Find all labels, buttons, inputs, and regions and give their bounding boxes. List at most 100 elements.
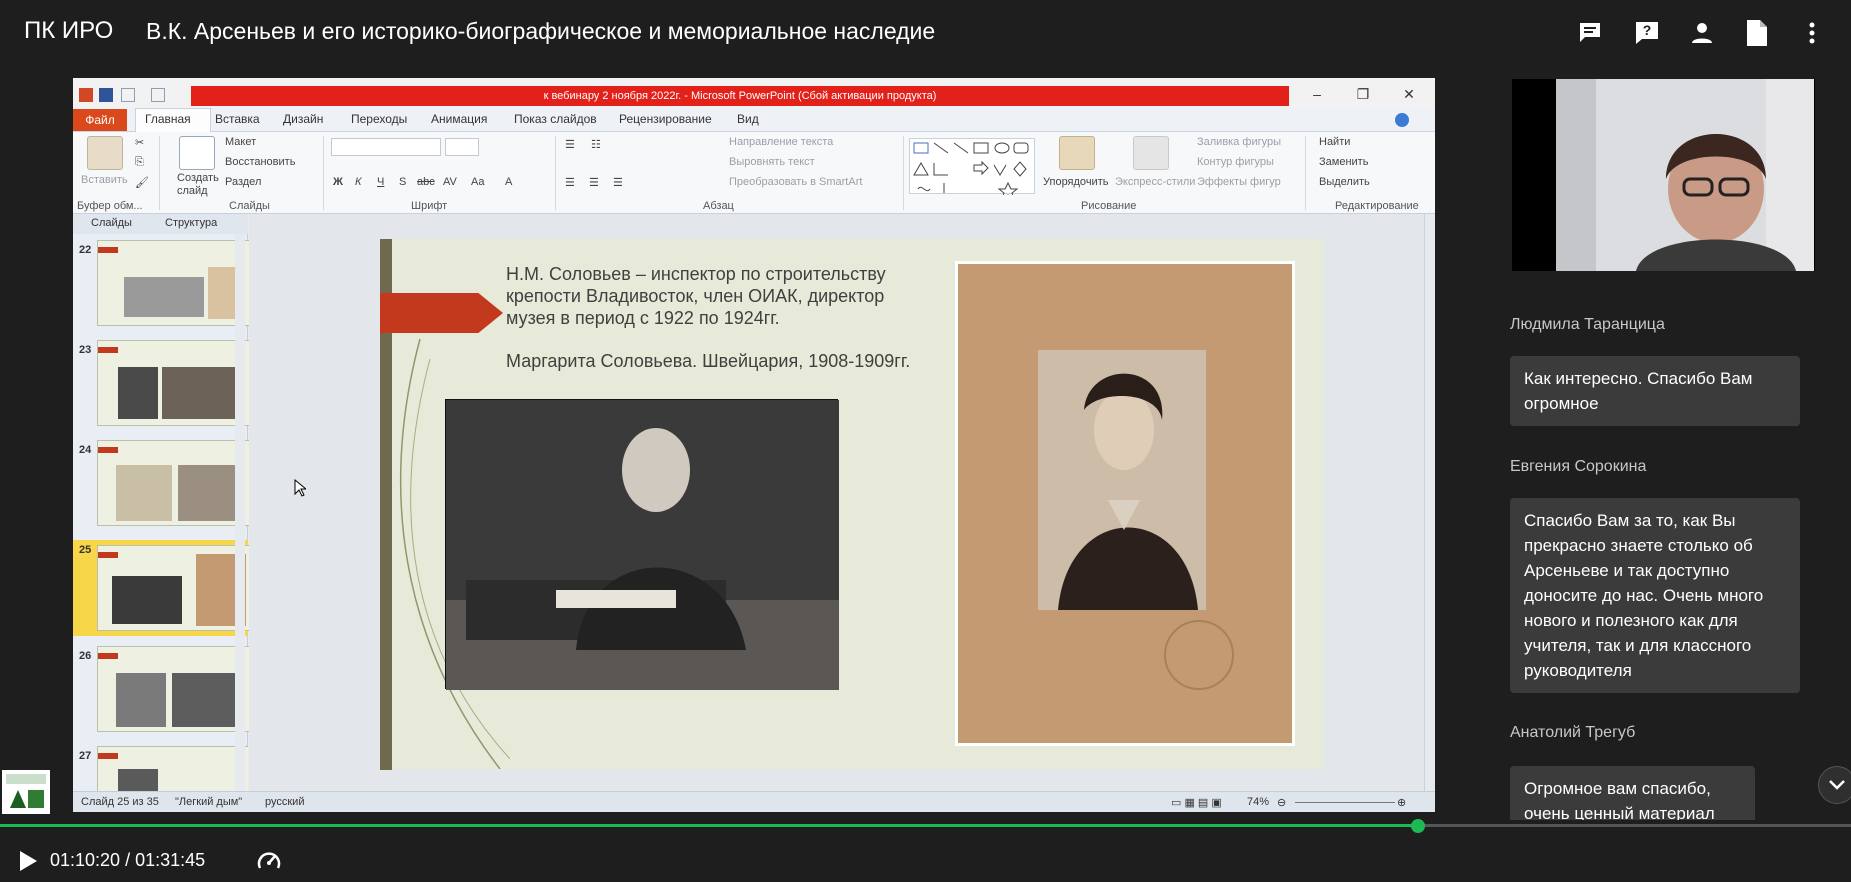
slide-accent-arrow	[380, 293, 503, 333]
copy-icon[interactable]: ⎘	[135, 156, 144, 169]
slide-thumbnail[interactable]: 22	[73, 240, 252, 330]
person-icon[interactable]	[1685, 16, 1719, 50]
arrange-button[interactable]: Упорядочить	[1043, 176, 1108, 188]
smartart-button[interactable]: Преобразовать в SmartArt	[729, 176, 862, 188]
mouse-cursor-icon	[294, 478, 308, 502]
zoom-level: 74%	[1247, 796, 1270, 808]
progress-bar[interactable]	[0, 819, 1851, 833]
bold-button[interactable]: Ж	[333, 176, 343, 188]
ribbon: Вставить ✂ ⎘ 🖌 Буфер обм... Создать слай…	[73, 132, 1435, 214]
tab-file[interactable]: Файл	[73, 109, 127, 131]
strikethrough-button[interactable]: abc	[417, 176, 435, 188]
bullets-icon[interactable]: ☰	[565, 138, 575, 151]
speedometer-icon	[257, 852, 281, 869]
clipboard-group-label: Буфер обм...	[77, 200, 143, 212]
tab-insert[interactable]: Вставка	[215, 112, 260, 126]
close-icon[interactable]: ✕	[1397, 84, 1421, 104]
shape-fill-button[interactable]: Заливка фигуры	[1197, 136, 1281, 148]
tab-review[interactable]: Рецензирование	[619, 112, 712, 126]
paste-button[interactable]: Вставить	[81, 174, 128, 186]
char-spacing-button[interactable]: AV	[443, 176, 457, 188]
redo-icon[interactable]	[151, 88, 165, 102]
brand-name: ПК ИРО	[24, 17, 114, 44]
quick-styles-icon[interactable]	[1133, 136, 1169, 170]
quick-styles-button[interactable]: Экспресс-стили	[1115, 176, 1195, 188]
slide-number: 25	[79, 544, 92, 556]
tab-slides[interactable]: Слайды	[91, 217, 132, 229]
font-color-button[interactable]: A	[505, 176, 512, 188]
zoom-slider[interactable]	[1295, 802, 1395, 803]
section-button[interactable]: Раздел	[225, 176, 261, 188]
align-left-icon[interactable]: ☰	[565, 176, 575, 189]
new-slide-icon[interactable]	[179, 136, 215, 170]
shadow-button[interactable]: S	[399, 176, 406, 188]
slide-thumbnail[interactable]: 23	[73, 340, 252, 430]
underline-button[interactable]: Ч	[377, 176, 384, 188]
new-slide-button[interactable]: Создать слайд	[177, 172, 223, 198]
cut-icon[interactable]: ✂	[135, 136, 144, 149]
slides-panel-scrollbar[interactable]	[235, 234, 245, 791]
text-direction-button[interactable]: Направление текста	[729, 136, 833, 148]
slide-thumbnail-selected[interactable]: 25	[73, 540, 252, 636]
view-buttons[interactable]: ▭ ▦ ▤ ▣	[1171, 796, 1222, 809]
svg-text:?: ?	[1643, 22, 1652, 38]
font-group-label: Шрифт	[411, 200, 448, 212]
font-size-select[interactable]	[445, 138, 479, 156]
reset-button[interactable]: Восстановить	[225, 156, 295, 168]
playback-speed-button[interactable]	[256, 848, 282, 874]
numbering-icon[interactable]: ☷	[591, 138, 601, 151]
arrange-icon[interactable]	[1059, 136, 1095, 170]
tab-slideshow[interactable]: Показ слайдов	[514, 112, 597, 126]
undo-icon[interactable]	[121, 88, 135, 102]
slide: Н.М. Соловьев – инспектор по строительст…	[380, 239, 1323, 770]
tab-outline[interactable]: Структура	[165, 217, 217, 229]
minimize-icon[interactable]: –	[1305, 84, 1329, 104]
slide-thumbnail[interactable]: 26	[73, 646, 252, 736]
italic-button[interactable]: К	[355, 176, 361, 188]
pk-iro-logo	[2, 770, 50, 814]
replace-button[interactable]: Заменить	[1319, 156, 1368, 168]
tab-view[interactable]: Вид	[737, 112, 759, 126]
shapes-gallery[interactable]	[909, 138, 1035, 201]
align-text-button[interactable]: Выровнять текст	[729, 156, 815, 168]
ribbon-tabs: Файл Главная Вставка Дизайн Переходы Ани…	[73, 108, 1435, 133]
select-button[interactable]: Выделить	[1319, 176, 1370, 188]
format-painter-icon[interactable]: 🖌	[135, 176, 149, 189]
paste-icon[interactable]	[87, 136, 123, 170]
zoom-in-icon[interactable]: ⊕	[1397, 796, 1406, 809]
save-icon[interactable]	[99, 88, 113, 102]
tab-transitions[interactable]: Переходы	[351, 112, 407, 126]
more-vert-icon[interactable]	[1795, 16, 1829, 50]
align-right-icon[interactable]: ☰	[613, 176, 623, 189]
shape-outline-button[interactable]: Контур фигуры	[1197, 156, 1274, 168]
document-icon[interactable]	[1740, 16, 1774, 50]
find-button[interactable]: Найти	[1319, 136, 1350, 148]
zoom-out-icon[interactable]: ⊖	[1277, 796, 1286, 809]
ribbon-separator	[555, 136, 556, 210]
ppt-window-title: к вебинару 2 ноября 2022г. - Microsoft P…	[191, 86, 1289, 106]
playback-time: 01:10:20 / 01:31:45	[50, 850, 206, 870]
slide-thumbnail[interactable]: 24	[73, 440, 252, 530]
font-name-select[interactable]	[331, 138, 441, 156]
chat-icon[interactable]	[1574, 16, 1608, 50]
progress-fill	[0, 824, 1418, 827]
canvas-scrollbar[interactable]	[1424, 214, 1435, 791]
chat-panel: Людмила Таранцица Как интересно. Спасибо…	[1510, 280, 1840, 820]
shape-effects-button[interactable]: Эффекты фигур	[1197, 176, 1281, 188]
play-button[interactable]	[18, 850, 38, 872]
chat-message: Спасибо Вам за то, как Вы прекрасно знае…	[1510, 498, 1800, 693]
align-center-icon[interactable]: ☰	[589, 176, 599, 189]
tab-home[interactable]: Главная	[145, 112, 191, 126]
progress-handle[interactable]	[1411, 819, 1425, 833]
webcam-video	[1512, 79, 1815, 271]
scroll-down-button[interactable]	[1818, 766, 1851, 804]
slide-thumbnail[interactable]: 27	[73, 746, 248, 791]
help-icon[interactable]: ?	[1630, 16, 1664, 50]
restore-icon[interactable]: ❐	[1351, 84, 1375, 104]
change-case-button[interactable]: Aa	[471, 176, 484, 188]
layout-button[interactable]: Макет	[225, 136, 256, 148]
tab-design[interactable]: Дизайн	[283, 112, 323, 126]
ribbon-separator	[159, 136, 160, 210]
help-circle-icon[interactable]	[1395, 113, 1409, 127]
tab-animation[interactable]: Анимация	[431, 112, 487, 126]
